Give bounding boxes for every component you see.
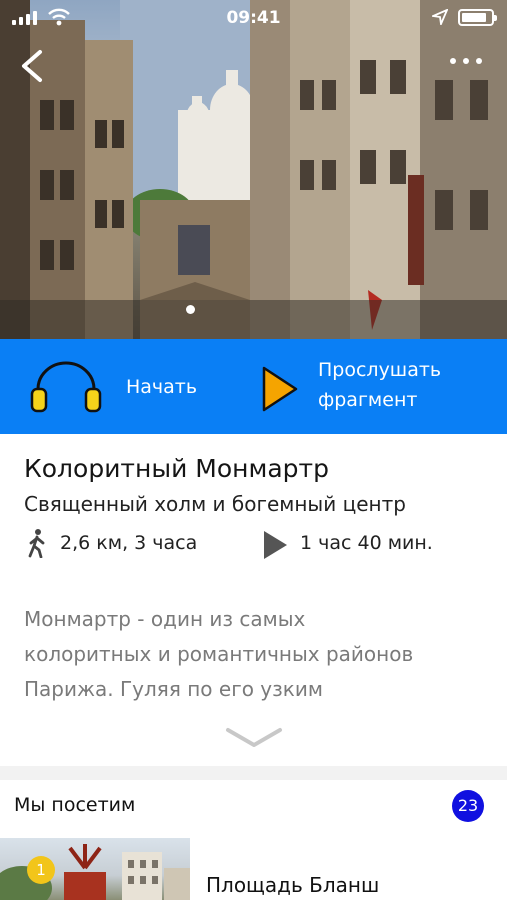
- slide-indicator: [186, 305, 195, 314]
- description-line: Парижа. Гуляя по его узким: [24, 677, 323, 701]
- description-line: колоритных и романтичных районов: [24, 642, 414, 666]
- listen-label-line1: Прослушать: [318, 359, 442, 381]
- place-name: Площадь Бланш: [206, 873, 380, 897]
- audio-play-icon: [264, 531, 287, 559]
- start-label: Начать: [126, 376, 198, 398]
- listen-label-line2: фрагмент: [318, 389, 418, 411]
- more-dot-icon: [463, 58, 469, 64]
- audio-duration: 1 час 40 мин.: [300, 532, 433, 554]
- tour-subtitle: Священный холм и богемный центр: [24, 492, 406, 516]
- battery-icon: [458, 9, 497, 26]
- place-number-badge: 1: [27, 856, 55, 884]
- tour-info-card: Колоритный Монмартр Священный холм и бог…: [0, 434, 507, 766]
- listen-label: Прослушать фрагмент: [318, 355, 468, 415]
- place-thumbnail: 1: [0, 838, 190, 900]
- tour-meta: 2,6 км, 3 часа 1 час 40 мин.: [24, 526, 494, 560]
- place-list-item[interactable]: 1 Площадь Бланш: [0, 838, 507, 900]
- status-bar: 09:41: [0, 0, 507, 36]
- walking-person-icon: [28, 529, 45, 558]
- more-options-button[interactable]: [450, 58, 500, 76]
- expand-chevron-icon[interactable]: [225, 727, 283, 749]
- description-line: Монмартр - один из самых: [24, 607, 306, 631]
- more-dot-icon: [450, 58, 456, 64]
- start-button[interactable]: Начать: [30, 359, 210, 415]
- hero-image[interactable]: 09:41: [0, 0, 507, 340]
- tour-description: Монмартр - один из самых колоритных и ро…: [24, 602, 484, 707]
- more-dot-icon: [476, 58, 482, 64]
- headphones-icon: [30, 361, 102, 413]
- section-heading: Мы посетим: [14, 794, 136, 816]
- audio-action-bar: Начать Прослушать фрагмент: [0, 339, 507, 434]
- hero-photo: [0, 0, 507, 340]
- location-arrow-icon: [432, 9, 448, 25]
- back-button[interactable]: [16, 46, 56, 86]
- we-will-visit-section: Мы посетим 23 1 Площадь Бланш: [0, 780, 507, 900]
- play-icon: [262, 366, 298, 412]
- listen-fragment-button[interactable]: Прослушать фрагмент: [258, 353, 498, 423]
- places-count-badge: 23: [452, 790, 484, 822]
- distance-time: 2,6 км, 3 часа: [60, 532, 198, 554]
- back-arrow-icon: [22, 50, 42, 82]
- status-time: 09:41: [226, 8, 281, 28]
- tour-title: Колоритный Монмартр: [24, 454, 329, 483]
